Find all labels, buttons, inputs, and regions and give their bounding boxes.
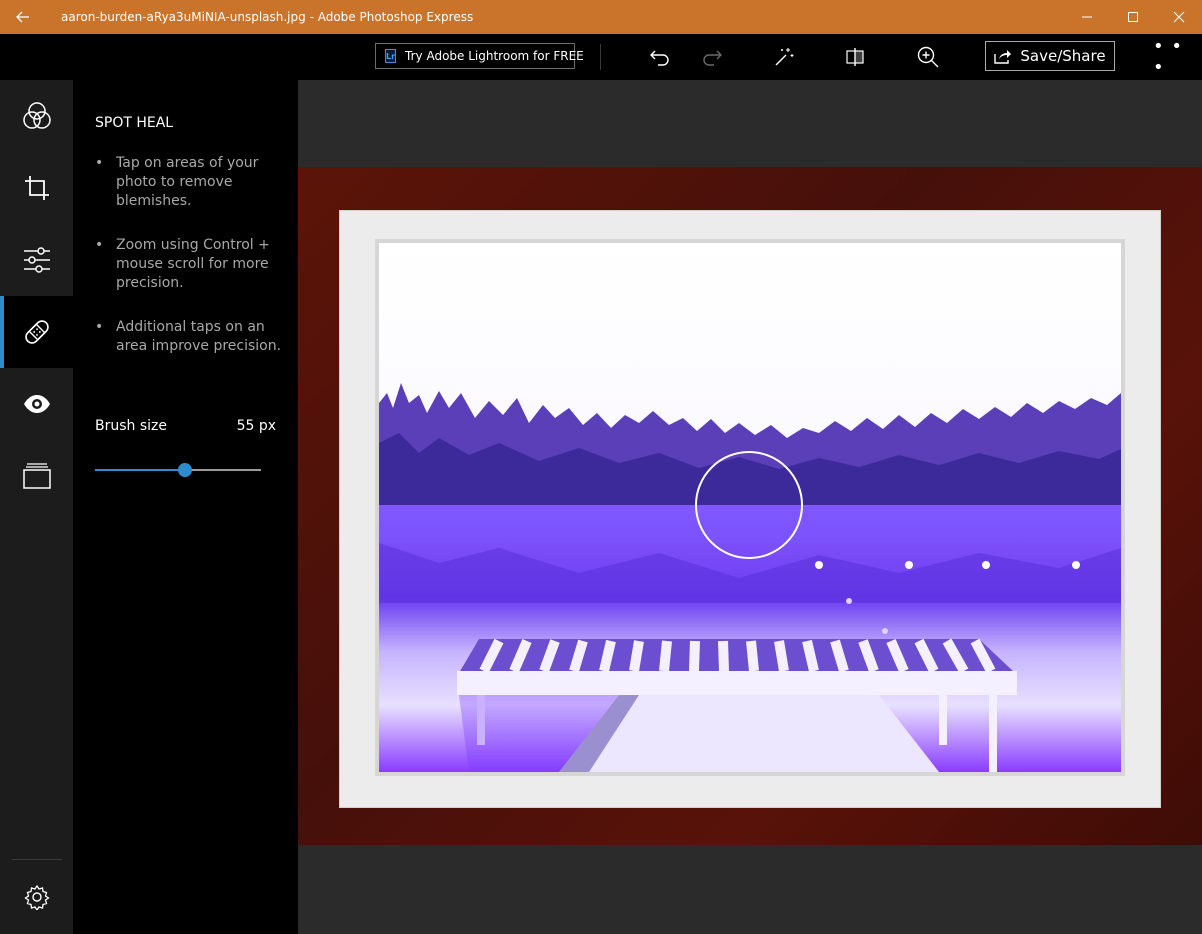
slider-fill xyxy=(95,469,185,471)
tip-item: Zoom using Control + mouse scroll for mo… xyxy=(95,236,285,293)
close-icon xyxy=(1173,11,1185,23)
redo-button[interactable] xyxy=(694,40,730,74)
back-button[interactable] xyxy=(0,0,46,34)
window-title: aaron-burden-aRya3uMiNIA-unsplash.jpg - … xyxy=(61,10,474,24)
share-icon xyxy=(994,50,1012,64)
looks-icon xyxy=(22,102,51,129)
rail-divider xyxy=(12,859,62,860)
tips-list: Tap on areas of your photo to remove ble… xyxy=(95,154,285,381)
tip-item: Tap on areas of your photo to remove ble… xyxy=(95,154,285,211)
borders-icon xyxy=(22,463,51,489)
brush-size-value: 55 px xyxy=(236,418,276,434)
undo-icon xyxy=(650,50,669,66)
redo-icon xyxy=(703,50,722,66)
settings-icon xyxy=(23,884,50,910)
more-options-button[interactable]: • • • xyxy=(1153,36,1193,78)
brush-size-label: Brush size xyxy=(95,418,167,434)
adjustments-icon xyxy=(23,247,50,273)
zoom-button[interactable] xyxy=(910,40,946,74)
rail-item-looks[interactable] xyxy=(0,80,73,152)
edited-photo[interactable] xyxy=(379,243,1121,772)
maximize-icon xyxy=(1128,12,1138,22)
slider-thumb[interactable] xyxy=(178,463,192,477)
auto-fix-button[interactable] xyxy=(766,40,802,74)
compare-button[interactable] xyxy=(837,40,873,74)
app-toolbar: Lr Try Adobe Lightroom for FREE Save/Sha… xyxy=(0,34,1202,80)
try-lightroom-label: Try Adobe Lightroom for FREE xyxy=(405,49,584,63)
arrow-left-icon xyxy=(16,11,29,23)
spot-heal-panel: SPOT HEAL Tap on areas of your photo to … xyxy=(73,80,298,934)
zoom-in-icon xyxy=(917,46,939,68)
image-canvas[interactable] xyxy=(298,80,1202,934)
undo-button[interactable] xyxy=(642,40,678,74)
rail-item-red-eye[interactable] xyxy=(0,368,73,440)
toolbar-divider xyxy=(600,44,601,70)
more-icon: • • • xyxy=(1153,36,1183,78)
rail-item-settings[interactable] xyxy=(0,861,73,933)
red-eye-icon xyxy=(23,395,50,413)
frame-mat xyxy=(340,211,1160,807)
rail-item-crop[interactable] xyxy=(0,152,73,224)
spot-heal-icon xyxy=(24,320,49,344)
minimize-icon xyxy=(1082,16,1092,18)
crop-icon xyxy=(24,176,49,200)
lightroom-logo-icon: Lr xyxy=(385,49,397,63)
slider-track xyxy=(185,469,261,471)
rail-item-borders[interactable] xyxy=(0,440,73,512)
close-button[interactable] xyxy=(1156,0,1202,34)
rail-item-adjustments[interactable] xyxy=(0,224,73,296)
save-share-button[interactable]: Save/Share xyxy=(985,41,1115,71)
picture-frame xyxy=(298,167,1202,845)
panel-title: SPOT HEAL xyxy=(95,115,174,131)
minimize-button[interactable] xyxy=(1064,0,1110,34)
save-share-label: Save/Share xyxy=(1020,47,1106,65)
tool-rail xyxy=(0,80,73,934)
tip-item: Additional taps on an area improve preci… xyxy=(95,318,285,356)
brush-size-slider[interactable] xyxy=(95,463,261,477)
compare-icon xyxy=(846,48,864,66)
title-bar: aaron-burden-aRya3uMiNIA-unsplash.jpg - … xyxy=(0,0,1202,34)
magic-wand-icon xyxy=(775,48,794,66)
maximize-button[interactable] xyxy=(1110,0,1156,34)
try-lightroom-button[interactable]: Lr Try Adobe Lightroom for FREE xyxy=(375,43,584,69)
rail-item-spot-heal[interactable] xyxy=(0,296,73,368)
photo-inner-border xyxy=(375,239,1125,776)
